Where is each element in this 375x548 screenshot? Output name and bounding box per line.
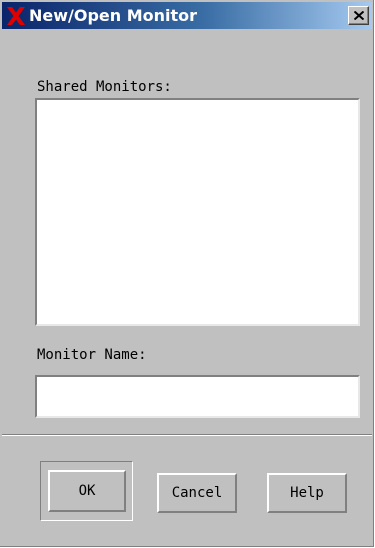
new-open-monitor-dialog: New/Open Monitor Shared Monitors: Monito… — [0, 0, 374, 547]
ok-button[interactable]: OK — [48, 470, 126, 512]
cancel-button[interactable]: Cancel — [157, 473, 237, 513]
close-icon — [354, 11, 364, 20]
monitor-name-label: Monitor Name: — [37, 347, 147, 363]
close-button[interactable] — [348, 6, 369, 25]
help-button[interactable]: Help — [267, 473, 347, 513]
window-title: New/Open Monitor — [29, 6, 198, 25]
shared-monitors-list[interactable] — [35, 98, 360, 326]
x-logo-icon — [5, 5, 27, 27]
title-bar[interactable]: New/Open Monitor — [2, 2, 372, 29]
separator — [2, 434, 372, 436]
shared-monitors-label: Shared Monitors: — [37, 79, 172, 95]
monitor-name-input[interactable] — [35, 375, 360, 418]
